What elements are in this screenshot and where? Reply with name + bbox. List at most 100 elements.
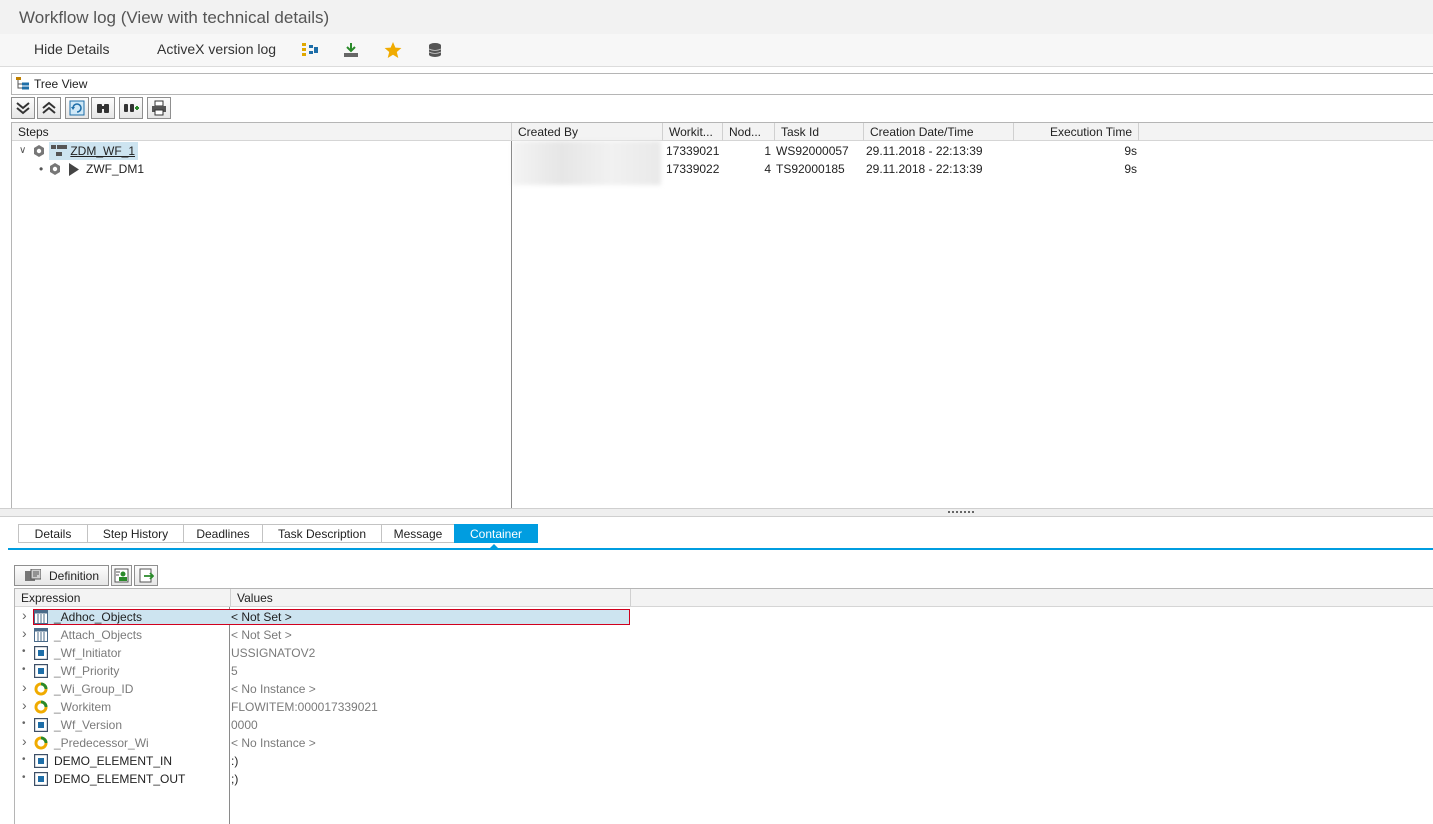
bullet-icon: • [22, 718, 26, 729]
tree-node-name: ZDM_WF_1 [70, 144, 136, 158]
tree-row[interactable]: ∨ ZDM_WF_1 [12, 142, 512, 160]
workitem-cell: 17339022 [666, 162, 720, 176]
col-header-creation-date[interactable]: Creation Date/Time [864, 123, 1014, 141]
expression-value: < No Instance > [231, 736, 316, 750]
execution-time-cell: 9s [1124, 144, 1137, 158]
col-header-filler [631, 589, 1433, 607]
tree-node-name[interactable]: ZWF_DM1 [86, 160, 144, 178]
col-header-values[interactable]: Values [231, 589, 631, 607]
col-header-expression[interactable]: Expression [15, 589, 231, 607]
table-icon [34, 628, 48, 642]
favorite-star-icon[interactable] [383, 40, 403, 60]
object-icon [34, 682, 48, 696]
bullet-icon: • [22, 772, 26, 783]
expression-name: DEMO_ELEMENT_IN [54, 754, 173, 768]
tree-view-selector[interactable]: Tree View [11, 73, 1433, 95]
expression-value: 5 [231, 664, 238, 678]
expression-value: :) [231, 754, 239, 768]
element-icon [33, 663, 49, 679]
creation-date-cell: 29.11.2018 - 22:13:39 [866, 144, 983, 158]
splitter-grip[interactable] [948, 511, 976, 513]
tab-container[interactable]: Container [454, 524, 538, 543]
task-id-cell: WS92000057 [776, 144, 849, 158]
hide-details-button[interactable]: Hide Details [34, 41, 109, 57]
tab-message[interactable]: Message [381, 524, 455, 543]
app-toolbar: Hide Details ActiveX version log [0, 34, 1433, 67]
tab-details[interactable]: Details [18, 524, 88, 543]
chevron-right-icon[interactable]: › [22, 697, 27, 713]
chevron-down-icon[interactable]: ∨ [19, 142, 26, 160]
container-row[interactable]: • _Wf_Priority 5 [15, 662, 630, 680]
chevron-right-icon[interactable]: › [22, 679, 27, 695]
container-row[interactable]: • _Wf_Initiator USSIGNATOV2 [15, 644, 630, 662]
expression-value: < Not Set > [231, 610, 292, 624]
expression-value: ;) [231, 772, 239, 786]
bullet-icon: • [39, 162, 44, 176]
chevron-right-icon[interactable]: › [22, 733, 27, 749]
expression-value: < No Instance > [231, 682, 316, 696]
node-cell: 1 [764, 144, 771, 158]
expand-all-icon[interactable] [11, 97, 35, 119]
container-row[interactable]: • DEMO_ELEMENT_OUT;) [15, 770, 630, 788]
expression-name: _Wf_Initiator [54, 646, 122, 660]
element-icon [33, 771, 49, 787]
expression-value: FLOWITEM:000017339021 [231, 700, 378, 714]
tab-deadlines[interactable]: Deadlines [183, 524, 263, 543]
node-cell: 4 [764, 162, 771, 176]
export-icon[interactable] [341, 40, 361, 60]
step-gear-icon [48, 162, 62, 181]
col-header-filler [1139, 123, 1433, 141]
col-header-node[interactable]: Nod... [723, 123, 775, 141]
chevron-right-icon[interactable]: › [22, 607, 27, 623]
definition-icon [25, 568, 41, 581]
pane-splitter[interactable] [0, 508, 1433, 517]
column-splitter[interactable] [511, 141, 512, 509]
print-icon[interactable] [147, 97, 171, 119]
refresh-icon[interactable] [65, 97, 89, 119]
container-table: Expression Values › _Adhoc_Objects < Not S… [14, 588, 1433, 824]
container-row[interactable]: › _Predecessor_Wi < No Instance > [15, 733, 630, 752]
container-row[interactable]: • _Wf_Version 0000 [15, 716, 630, 734]
container-row[interactable]: › _Attach_Objects < Not Set > [15, 625, 630, 644]
tree-view-label: Tree View [34, 77, 88, 91]
tree-row[interactable]: • ZWF_DM1 [12, 160, 512, 178]
import-icon[interactable] [134, 565, 158, 586]
collapse-all-icon[interactable] [37, 97, 61, 119]
bullet-icon: • [22, 754, 26, 765]
tree-structure-icon [16, 77, 30, 90]
tab-step-history[interactable]: Step History [87, 524, 184, 543]
database-icon[interactable] [425, 40, 445, 60]
container-row[interactable]: › _Adhoc_Objects < Not Set > [15, 607, 630, 626]
tab-underline [8, 548, 1433, 550]
col-header-workitem[interactable]: Workit... [663, 123, 723, 141]
container-row[interactable]: › _Wi_Group_ID < No Instance > [15, 679, 630, 698]
tab-task-description[interactable]: Task Description [262, 524, 382, 543]
user-assign-icon[interactable] [111, 565, 132, 586]
container-row[interactable]: › _Workitem FLOWITEM:000017339021 [15, 697, 630, 716]
find-next-icon[interactable] [119, 97, 143, 119]
expression-name: _Attach_Objects [54, 628, 143, 642]
activex-version-log-button[interactable]: ActiveX version log [157, 41, 276, 57]
execution-time-cell: 9s [1124, 162, 1137, 176]
col-header-created-by[interactable]: Created By [512, 123, 663, 141]
workflow-steps-tree: Steps Created By Workit... Nod... Task I… [11, 122, 1433, 509]
expression-name: DEMO_ELEMENT_OUT [54, 772, 186, 786]
window-title: Workflow log (View with technical detail… [19, 8, 330, 27]
expression-value: < Not Set > [231, 628, 292, 642]
creation-date-cell: 29.11.2018 - 22:13:39 [866, 162, 983, 176]
selected-node[interactable]: ZDM_WF_1 [49, 142, 139, 160]
col-header-execution-time[interactable]: Execution Time [1014, 123, 1139, 141]
table-icon [34, 610, 48, 624]
col-header-task-id[interactable]: Task Id [775, 123, 864, 141]
col-header-steps[interactable]: Steps [12, 123, 512, 141]
chevron-right-icon[interactable]: › [22, 625, 27, 641]
object-icon [34, 736, 48, 750]
container-row[interactable]: • DEMO_ELEMENT_IN:) [15, 752, 630, 770]
expression-name: _Adhoc_Objects [54, 610, 143, 624]
element-icon [33, 645, 49, 661]
find-icon[interactable] [91, 97, 115, 119]
definition-button[interactable]: Definition [14, 565, 109, 586]
structure-icon[interactable] [300, 40, 320, 60]
expression-name: _Wf_Version [54, 718, 123, 732]
bullet-icon: • [22, 664, 26, 675]
